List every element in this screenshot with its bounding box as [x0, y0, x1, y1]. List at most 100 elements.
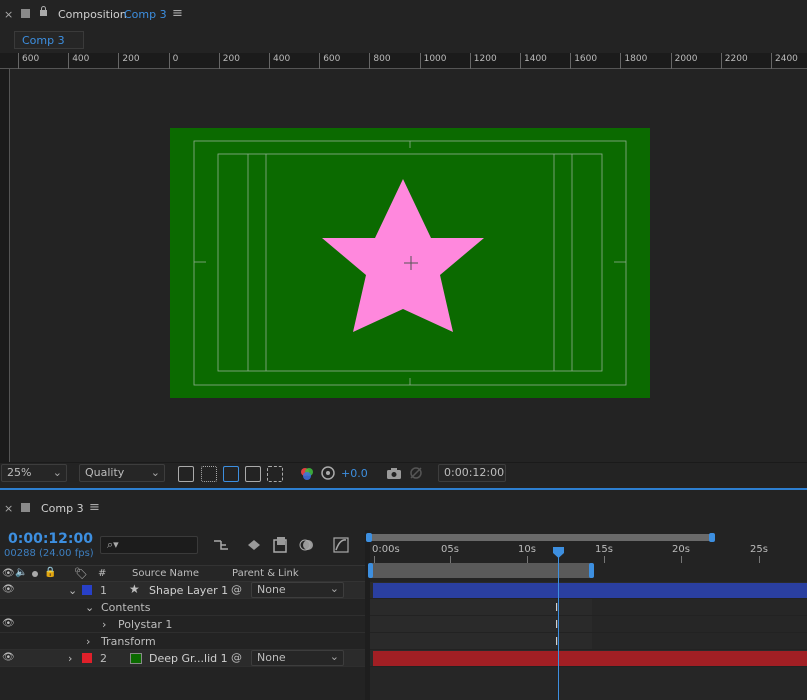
layer-track[interactable] — [370, 582, 807, 599]
work-area-end-handle[interactable] — [589, 563, 594, 578]
audio-column-icon[interactable]: 🔈 — [15, 567, 27, 578]
eye-icon[interactable]: 👁 — [2, 652, 15, 663]
ruler-tick — [118, 53, 120, 69]
fast-previews-icon[interactable] — [178, 466, 194, 482]
visibility-column-icon[interactable]: 👁 — [2, 568, 15, 579]
draft-3d-icon[interactable] — [246, 538, 262, 552]
color-channels-icon[interactable] — [299, 466, 315, 482]
outside-work-area-shade — [592, 599, 807, 650]
ruler-tick — [369, 53, 371, 69]
reset-exposure-icon[interactable] — [321, 466, 335, 480]
layer-column-headers: 👁 🔈 🔒 🏷 # Source Name Parent & Link — [0, 565, 365, 582]
ruler-label: 400 — [72, 54, 90, 64]
parent-value: None — [257, 651, 286, 664]
current-time[interactable]: 0:00:12:00 — [8, 531, 93, 547]
show-snapshot-icon[interactable] — [409, 466, 423, 480]
playhead-line — [558, 548, 559, 700]
property-row[interactable]: 👁 › Polystar 1 — [0, 616, 365, 633]
property-row[interactable]: ⌄ Contents — [0, 599, 365, 616]
frame-blending-icon[interactable] — [273, 537, 287, 553]
ruler-label: 600 — [22, 54, 40, 64]
layer-search-input[interactable]: ⌕▾ — [100, 536, 198, 554]
parent-pick-whip-icon[interactable]: @ — [231, 583, 242, 596]
time-ruler-tick — [450, 556, 451, 563]
close-icon[interactable]: × — [4, 8, 13, 21]
take-snapshot-icon[interactable] — [386, 467, 402, 480]
layer-duration-bar[interactable] — [373, 583, 807, 598]
layer-name[interactable]: Shape Layer 1 — [149, 584, 228, 597]
time-navigator[interactable] — [366, 533, 715, 542]
composition-viewer[interactable] — [10, 69, 807, 462]
playhead-handle[interactable] — [552, 547, 565, 559]
chevron-right-icon[interactable]: › — [68, 652, 72, 665]
exposure-value[interactable]: +0.0 — [341, 467, 368, 480]
ruler-tick — [771, 53, 772, 69]
layer-track[interactable] — [370, 650, 807, 667]
region-of-interest-icon[interactable] — [245, 466, 261, 482]
ruler-tick — [218, 53, 220, 69]
parent-dropdown[interactable]: None ⌄ — [251, 650, 344, 666]
resolution-value: Quality — [85, 466, 125, 479]
time-ruler-label: 25s — [750, 544, 768, 555]
layer-duration-bar[interactable] — [373, 651, 807, 666]
parent-pick-whip-icon[interactable]: @ — [231, 651, 242, 664]
layer-label-color[interactable] — [82, 653, 92, 663]
source-name-column[interactable]: Source Name — [132, 568, 199, 579]
ruler-tick — [720, 53, 722, 69]
chevron-down-icon[interactable]: ⌄ — [68, 584, 77, 597]
polystar-group-label[interactable]: Polystar 1 — [118, 618, 172, 631]
ruler-tick — [68, 53, 70, 69]
composition-mini-flowchart-icon[interactable] — [213, 538, 229, 552]
viewer-toolbar: 25% ⌄ Quality ⌄ +0.0 0:00:12:00 — [0, 462, 807, 484]
transform-group-label[interactable]: Transform — [101, 635, 156, 648]
time-ruler[interactable]: 0:00s 05s 10s 15s 20s 25s — [370, 543, 807, 563]
property-row[interactable]: › Transform — [0, 633, 365, 650]
ruler-label: 800 — [373, 54, 391, 64]
layer-label-color[interactable] — [82, 585, 92, 595]
panel-comp-name[interactable]: Comp 3 — [124, 8, 167, 21]
current-time-display[interactable]: 0:00:12:00 — [438, 464, 506, 482]
contents-group-label[interactable]: Contents — [101, 601, 150, 614]
time-ruler-tick — [681, 556, 682, 563]
ruler-label: 200 — [222, 54, 240, 64]
chevron-down-icon[interactable]: ⌄ — [85, 601, 94, 614]
transparency-grid-icon[interactable] — [201, 466, 217, 482]
close-icon[interactable]: × — [4, 502, 13, 515]
layer-number-column: # — [98, 568, 107, 579]
ruler-label: 1400 — [524, 54, 547, 64]
panel-menu-icon[interactable]: ≡ — [172, 6, 183, 21]
work-area-start-handle[interactable] — [368, 563, 373, 578]
time-ruler-label: 15s — [595, 544, 613, 555]
layer-name[interactable]: Deep Gr...lid 1 — [149, 652, 228, 665]
comp-subtab[interactable]: Comp 3 — [14, 31, 84, 49]
label-column-icon[interactable]: 🏷 — [74, 567, 88, 580]
layer-row[interactable]: 👁 ⌄ 1 ★ Shape Layer 1 @ None ⌄ — [0, 582, 365, 599]
ruler-tick — [469, 53, 471, 69]
frame-info: 00288 (24.00 fps) — [4, 548, 94, 559]
composition-frame — [170, 128, 650, 398]
eye-icon[interactable]: 👁 — [2, 618, 15, 629]
navigator-start-handle[interactable] — [366, 533, 372, 542]
ruler-tick — [269, 53, 270, 69]
eye-icon[interactable]: 👁 — [2, 584, 15, 595]
solo-column-icon[interactable] — [32, 571, 38, 577]
ruler-tick — [168, 53, 170, 69]
resolution-dropdown[interactable]: Quality ⌄ — [79, 464, 165, 482]
ruler-tick — [419, 53, 421, 69]
magnification-dropdown[interactable]: 25% ⌄ — [1, 464, 67, 482]
ruler-label: 1200 — [473, 54, 497, 64]
grid-guide-options-icon[interactable] — [267, 466, 283, 482]
chevron-right-icon[interactable]: › — [86, 635, 90, 648]
panel-menu-icon[interactable]: ≡ — [89, 500, 100, 515]
lock-icon[interactable] — [39, 6, 48, 17]
layer-row[interactable]: 👁 › 2 Deep Gr...lid 1 @ None ⌄ — [0, 650, 365, 667]
chevron-right-icon[interactable]: › — [102, 618, 106, 631]
navigator-end-handle[interactable] — [709, 533, 715, 542]
parent-dropdown[interactable]: None ⌄ — [251, 582, 344, 598]
parent-link-column[interactable]: Parent & Link — [232, 568, 299, 579]
timeline-comp-tab[interactable]: Comp 3 — [41, 502, 84, 515]
motion-blur-icon[interactable] — [299, 537, 315, 553]
mask-visibility-icon[interactable] — [223, 466, 239, 482]
lock-column-icon[interactable]: 🔒 — [44, 567, 56, 578]
graph-editor-icon[interactable] — [333, 537, 349, 553]
